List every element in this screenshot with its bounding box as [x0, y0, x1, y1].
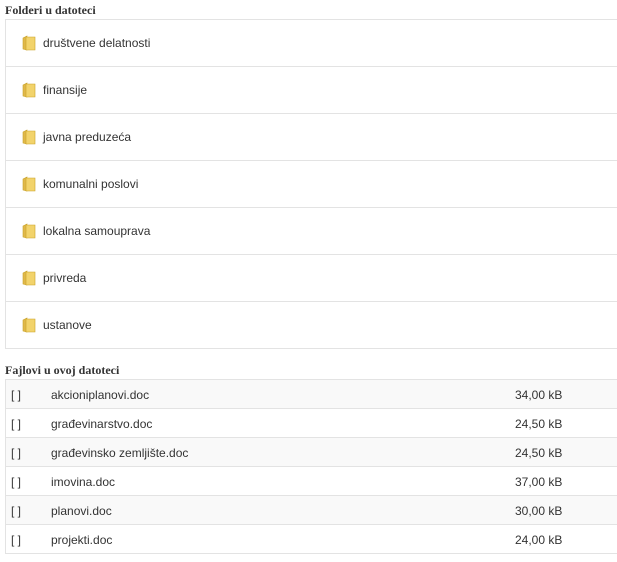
file-table: [ ] akcioniplanovi.doc 34,00 kB [ ] građ… — [5, 379, 617, 554]
table-row[interactable]: [ ] projekti.doc 24,00 kB — [6, 525, 617, 554]
file-icon: [ ] — [11, 417, 22, 431]
file-icon: [ ] — [11, 446, 22, 460]
file-name-link[interactable]: imovina.doc — [51, 475, 115, 489]
folder-label: lokalna samouprava — [43, 224, 151, 238]
file-name-link[interactable]: građevinarstvo.doc — [51, 417, 152, 431]
folder-item[interactable]: privreda — [6, 255, 617, 302]
folder-label: finansije — [43, 83, 88, 97]
table-row[interactable]: [ ] imovina.doc 37,00 kB — [6, 467, 617, 496]
folder-item[interactable]: finansije — [6, 67, 617, 114]
folder-icon — [22, 82, 36, 98]
folder-label: društvene delatnosti — [43, 36, 151, 50]
file-size: 24,50 kB — [515, 446, 563, 460]
file-icon: [ ] — [11, 504, 22, 518]
file-size: 24,50 kB — [515, 417, 563, 431]
file-size: 37,00 kB — [515, 475, 563, 489]
table-row[interactable]: [ ] akcioniplanovi.doc 34,00 kB — [6, 380, 617, 409]
file-icon: [ ] — [11, 388, 22, 402]
folder-icon — [22, 35, 36, 51]
folder-label: javna preduzeća — [43, 130, 132, 144]
file-name-link[interactable]: projekti.doc — [51, 533, 112, 547]
folder-label: komunalni poslovi — [43, 177, 139, 191]
table-row[interactable]: [ ] građevinsko zemljište.doc 24,50 kB — [6, 438, 617, 467]
folder-label: ustanove — [43, 318, 92, 332]
folder-item[interactable]: komunalni poslovi — [6, 161, 617, 208]
folders-section-title: Folderi u datoteci — [5, 3, 96, 17]
table-row[interactable]: [ ] planovi.doc 30,00 kB — [6, 496, 617, 525]
file-name-link[interactable]: građevinsko zemljište.doc — [51, 446, 188, 460]
file-size: 24,00 kB — [515, 533, 563, 547]
folder-label: privreda — [43, 271, 87, 285]
files-section-title: Fajlovi u ovoj datoteci — [5, 363, 120, 377]
file-icon: [ ] — [11, 475, 22, 489]
file-icon: [ ] — [11, 533, 22, 547]
folder-icon — [22, 129, 36, 145]
folder-item[interactable]: ustanove — [6, 302, 617, 349]
folder-item[interactable]: javna preduzeća — [6, 114, 617, 161]
file-name-link[interactable]: planovi.doc — [51, 504, 112, 518]
file-size: 30,00 kB — [515, 504, 563, 518]
folder-icon — [22, 223, 36, 239]
folder-icon — [22, 317, 36, 333]
file-size: 34,00 kB — [515, 388, 563, 402]
folder-item[interactable]: društvene delatnosti — [6, 20, 617, 67]
folder-list: društvene delatnosti finansije javna pre… — [5, 19, 617, 349]
folder-item[interactable]: lokalna samouprava — [6, 208, 617, 255]
table-row[interactable]: [ ] građevinarstvo.doc 24,50 kB — [6, 409, 617, 438]
folder-icon — [22, 176, 36, 192]
folder-icon — [22, 270, 36, 286]
file-name-link[interactable]: akcioniplanovi.doc — [51, 388, 149, 402]
